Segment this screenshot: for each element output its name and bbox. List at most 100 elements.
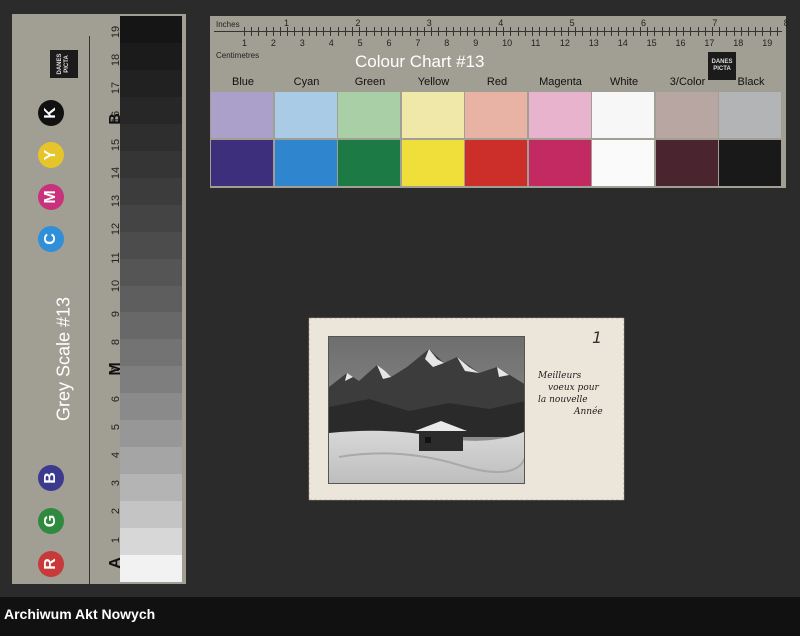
ruler-cm-number: 16 bbox=[675, 38, 686, 48]
ruler-tick bbox=[272, 27, 274, 36]
swatch-light bbox=[655, 92, 718, 138]
swatch-dark bbox=[338, 140, 400, 186]
ruler-tick bbox=[467, 27, 469, 36]
swatch-dark bbox=[528, 140, 591, 186]
ruler-tick bbox=[560, 27, 562, 36]
swatch-dark bbox=[211, 140, 273, 186]
grey-scale-number: 10 bbox=[110, 279, 122, 292]
grey-scale-dot-b: B bbox=[38, 465, 64, 491]
swatch-light bbox=[401, 92, 464, 138]
ruler-tick bbox=[416, 27, 418, 36]
grey-scale-number: 18 bbox=[110, 54, 122, 67]
ruler-tick bbox=[337, 27, 339, 36]
ruler-tick bbox=[748, 27, 749, 36]
colour-chart: Inches Centimetres 1 2 3 4 5 6 7 8 9 10 11 12 13 14 15… bbox=[210, 16, 789, 188]
grey-step bbox=[120, 366, 182, 394]
mountain-photo bbox=[328, 336, 525, 484]
ruler-tick bbox=[294, 27, 296, 36]
swatch-dark bbox=[719, 140, 781, 186]
ruler-cm-number: 7 bbox=[415, 38, 421, 48]
grey-scale-number: 6 bbox=[110, 395, 122, 402]
swatch-label: Blue bbox=[231, 76, 255, 88]
grey-scale-letter: B bbox=[107, 113, 124, 125]
ruler-tick bbox=[265, 27, 267, 36]
grey-step bbox=[120, 204, 182, 232]
grey-scale-dot-y: Y bbox=[38, 142, 64, 168]
grey-scale-number: 11 bbox=[110, 251, 122, 264]
ruler-tick bbox=[280, 27, 281, 36]
ruler-tick bbox=[445, 27, 447, 36]
ruler-tick bbox=[676, 27, 677, 36]
grey-scale-rule bbox=[89, 36, 90, 584]
ruler-tick bbox=[352, 27, 353, 36]
grey-step bbox=[120, 231, 182, 259]
ruler-tick bbox=[755, 27, 757, 36]
ruler-tick bbox=[596, 27, 598, 36]
ruler-tick bbox=[373, 27, 375, 36]
ruler-inches-label: Inches bbox=[216, 20, 240, 29]
grey-scale-number: 2 bbox=[110, 508, 122, 515]
grey-step bbox=[120, 69, 182, 97]
ruler-tick bbox=[618, 27, 620, 36]
ruler-tick bbox=[712, 27, 713, 36]
ruler-tick bbox=[532, 27, 533, 36]
ruler-tick bbox=[395, 27, 397, 36]
swatch-light bbox=[719, 92, 781, 138]
swatch-light bbox=[274, 92, 337, 138]
grey-scale-dot-letter: M bbox=[42, 190, 59, 204]
ruler-tick bbox=[402, 27, 404, 36]
ruler-tick bbox=[244, 27, 245, 36]
grey-step bbox=[120, 528, 182, 556]
ruler-cm-label: Centimetres bbox=[216, 51, 260, 60]
grey-step bbox=[120, 285, 182, 313]
ruler-tick bbox=[582, 27, 584, 36]
grey-step bbox=[120, 420, 182, 448]
grey-step bbox=[120, 16, 182, 43]
ruler-tick bbox=[503, 27, 505, 36]
ruler-cm-number: 5 bbox=[357, 38, 363, 48]
ruler-tick bbox=[769, 27, 771, 36]
grey-scale-dot-k: K bbox=[38, 100, 64, 126]
ruler-tick bbox=[316, 27, 317, 36]
ruler-tick bbox=[625, 27, 627, 36]
ruler-tick bbox=[330, 27, 332, 36]
ruler-tick bbox=[438, 27, 440, 36]
grey-scale-dot-m: M bbox=[38, 184, 64, 210]
ruler-tick bbox=[251, 27, 253, 36]
grey-scale-dot-g: G bbox=[38, 508, 64, 534]
grey-scale-number: 3 bbox=[110, 480, 122, 487]
swatch-dark bbox=[274, 140, 337, 186]
ruler-inch-number: 8 bbox=[783, 18, 789, 28]
ruler-tick bbox=[380, 27, 382, 36]
ruler-cm-number: 18 bbox=[733, 38, 744, 48]
grey-scale-number: 1 bbox=[110, 536, 122, 543]
greeting-line: Année bbox=[574, 407, 603, 417]
ruler-tick bbox=[301, 27, 303, 36]
grey-scale-logo: DANES PICTA bbox=[50, 50, 78, 78]
grey-step bbox=[120, 393, 182, 421]
ruler-tick bbox=[452, 27, 454, 36]
ruler-cm-number: 1 bbox=[242, 38, 248, 48]
grey-scale-dot-letter: G bbox=[42, 514, 59, 528]
ruler-tick bbox=[323, 27, 325, 36]
ruler-cm-number: 13 bbox=[588, 38, 599, 48]
greeting-line: voeux pour bbox=[548, 383, 599, 393]
swatch-label: Green bbox=[354, 76, 386, 88]
grey-step bbox=[120, 447, 182, 475]
ruler: Inches Centimetres 1 2 3 4 5 6 7 8 9 10 11 12 13 14 15… bbox=[214, 18, 789, 60]
grey-scale-dot-letter: K bbox=[42, 107, 59, 119]
ruler-tick bbox=[481, 27, 483, 36]
ruler-tick bbox=[287, 27, 289, 36]
ruler-tick bbox=[409, 27, 411, 36]
ruler-tick bbox=[704, 27, 706, 36]
ruler-tick bbox=[496, 27, 497, 36]
ruler-tick bbox=[647, 27, 649, 36]
ruler-tick bbox=[604, 27, 605, 36]
ruler-tick bbox=[632, 27, 634, 36]
ruler-tick bbox=[719, 27, 721, 36]
grey-scale-number: 17 bbox=[110, 82, 122, 95]
ruler-cm-number: 11 bbox=[531, 38, 541, 48]
ruler-tick bbox=[524, 27, 526, 36]
swatch-light bbox=[211, 92, 273, 138]
grey-scale-number: 19 bbox=[110, 25, 122, 39]
